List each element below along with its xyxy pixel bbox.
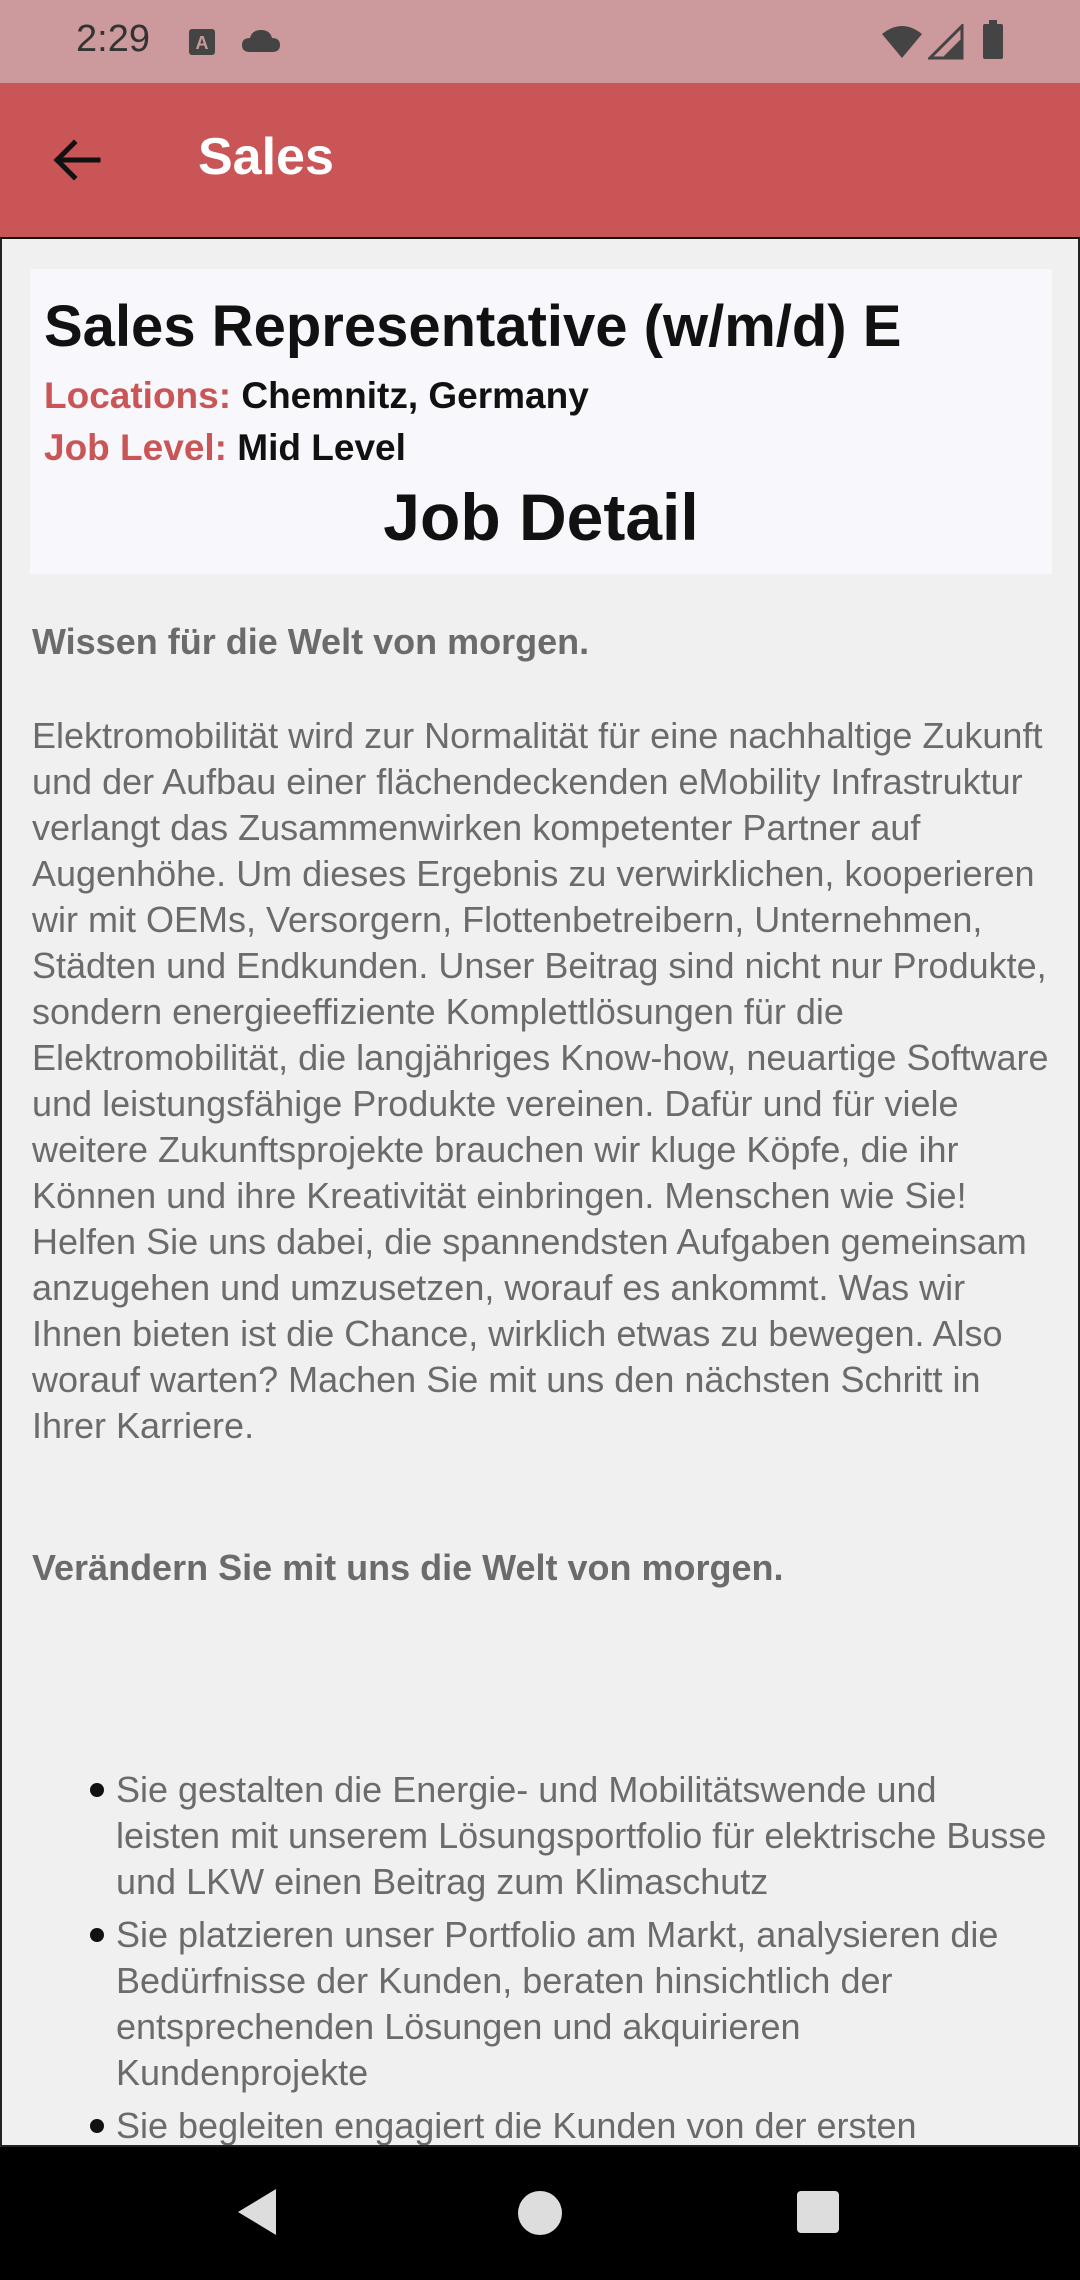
app-title: Sales [198,128,334,186]
job-title: Sales Representative (w/m/d) E [44,294,902,359]
signal-icon [928,24,964,60]
status-time: 2:29 [76,18,150,60]
wifi-icon [882,26,922,58]
bullet-icon [90,2119,104,2133]
list-item: Sie begleiten engagiert die Kunden von d… [88,2103,1048,2146]
nav-recents-icon[interactable] [797,2191,839,2233]
bullet-icon [90,1783,104,1797]
bullet-icon [90,1928,104,1942]
job-level-row: Job Level: Mid Level [44,427,406,469]
arrow-left-icon [53,139,101,181]
app-bar: Sales [0,83,1080,237]
system-nav-bar [0,2147,1080,2280]
nav-back-icon[interactable] [232,2185,282,2239]
job-header-card: Sales Representative (w/m/d) E Locations… [30,269,1052,574]
back-button[interactable] [40,123,114,197]
a-notification-icon: A [189,29,215,55]
list-item: Sie platzieren unser Portfolio am Markt,… [88,1912,1048,2096]
description-paragraph: Elektromobilität wird zur Normalität für… [32,715,1049,1446]
responsibilities-list: Sie gestalten die Energie- und Mobilität… [88,1767,1048,2146]
job-level-label: Job Level: [44,427,227,468]
location-row: Locations: Chemnitz, Germany [44,375,589,417]
list-item-text: Sie gestalten die Energie- und Mobilität… [116,1769,1047,1902]
list-item-text: Sie platzieren unser Portfolio am Markt,… [116,1914,999,2093]
cloud-icon [242,30,280,52]
job-level-value: Mid Level [237,427,406,468]
job-detail-heading: Job Detail [383,480,699,554]
description-lead: Wissen für die Welt von morgen. [32,621,590,662]
nav-home-icon[interactable] [518,2191,562,2235]
description-closing: Verändern Sie mit uns die Welt von morge… [32,1547,784,1588]
svg-text:A: A [196,33,209,53]
battery-icon [983,20,1003,59]
list-item: Sie gestalten die Energie- und Mobilität… [88,1767,1048,1905]
status-bar: 2:29 A [0,0,1080,83]
list-item-text: Sie begleiten engagiert die Kunden von d… [116,2105,917,2146]
location-label: Locations: [44,375,232,416]
job-detail-scroll[interactable]: Sales Representative (w/m/d) E Locations… [0,237,1080,2147]
location-value: Chemnitz, Germany [241,375,589,416]
